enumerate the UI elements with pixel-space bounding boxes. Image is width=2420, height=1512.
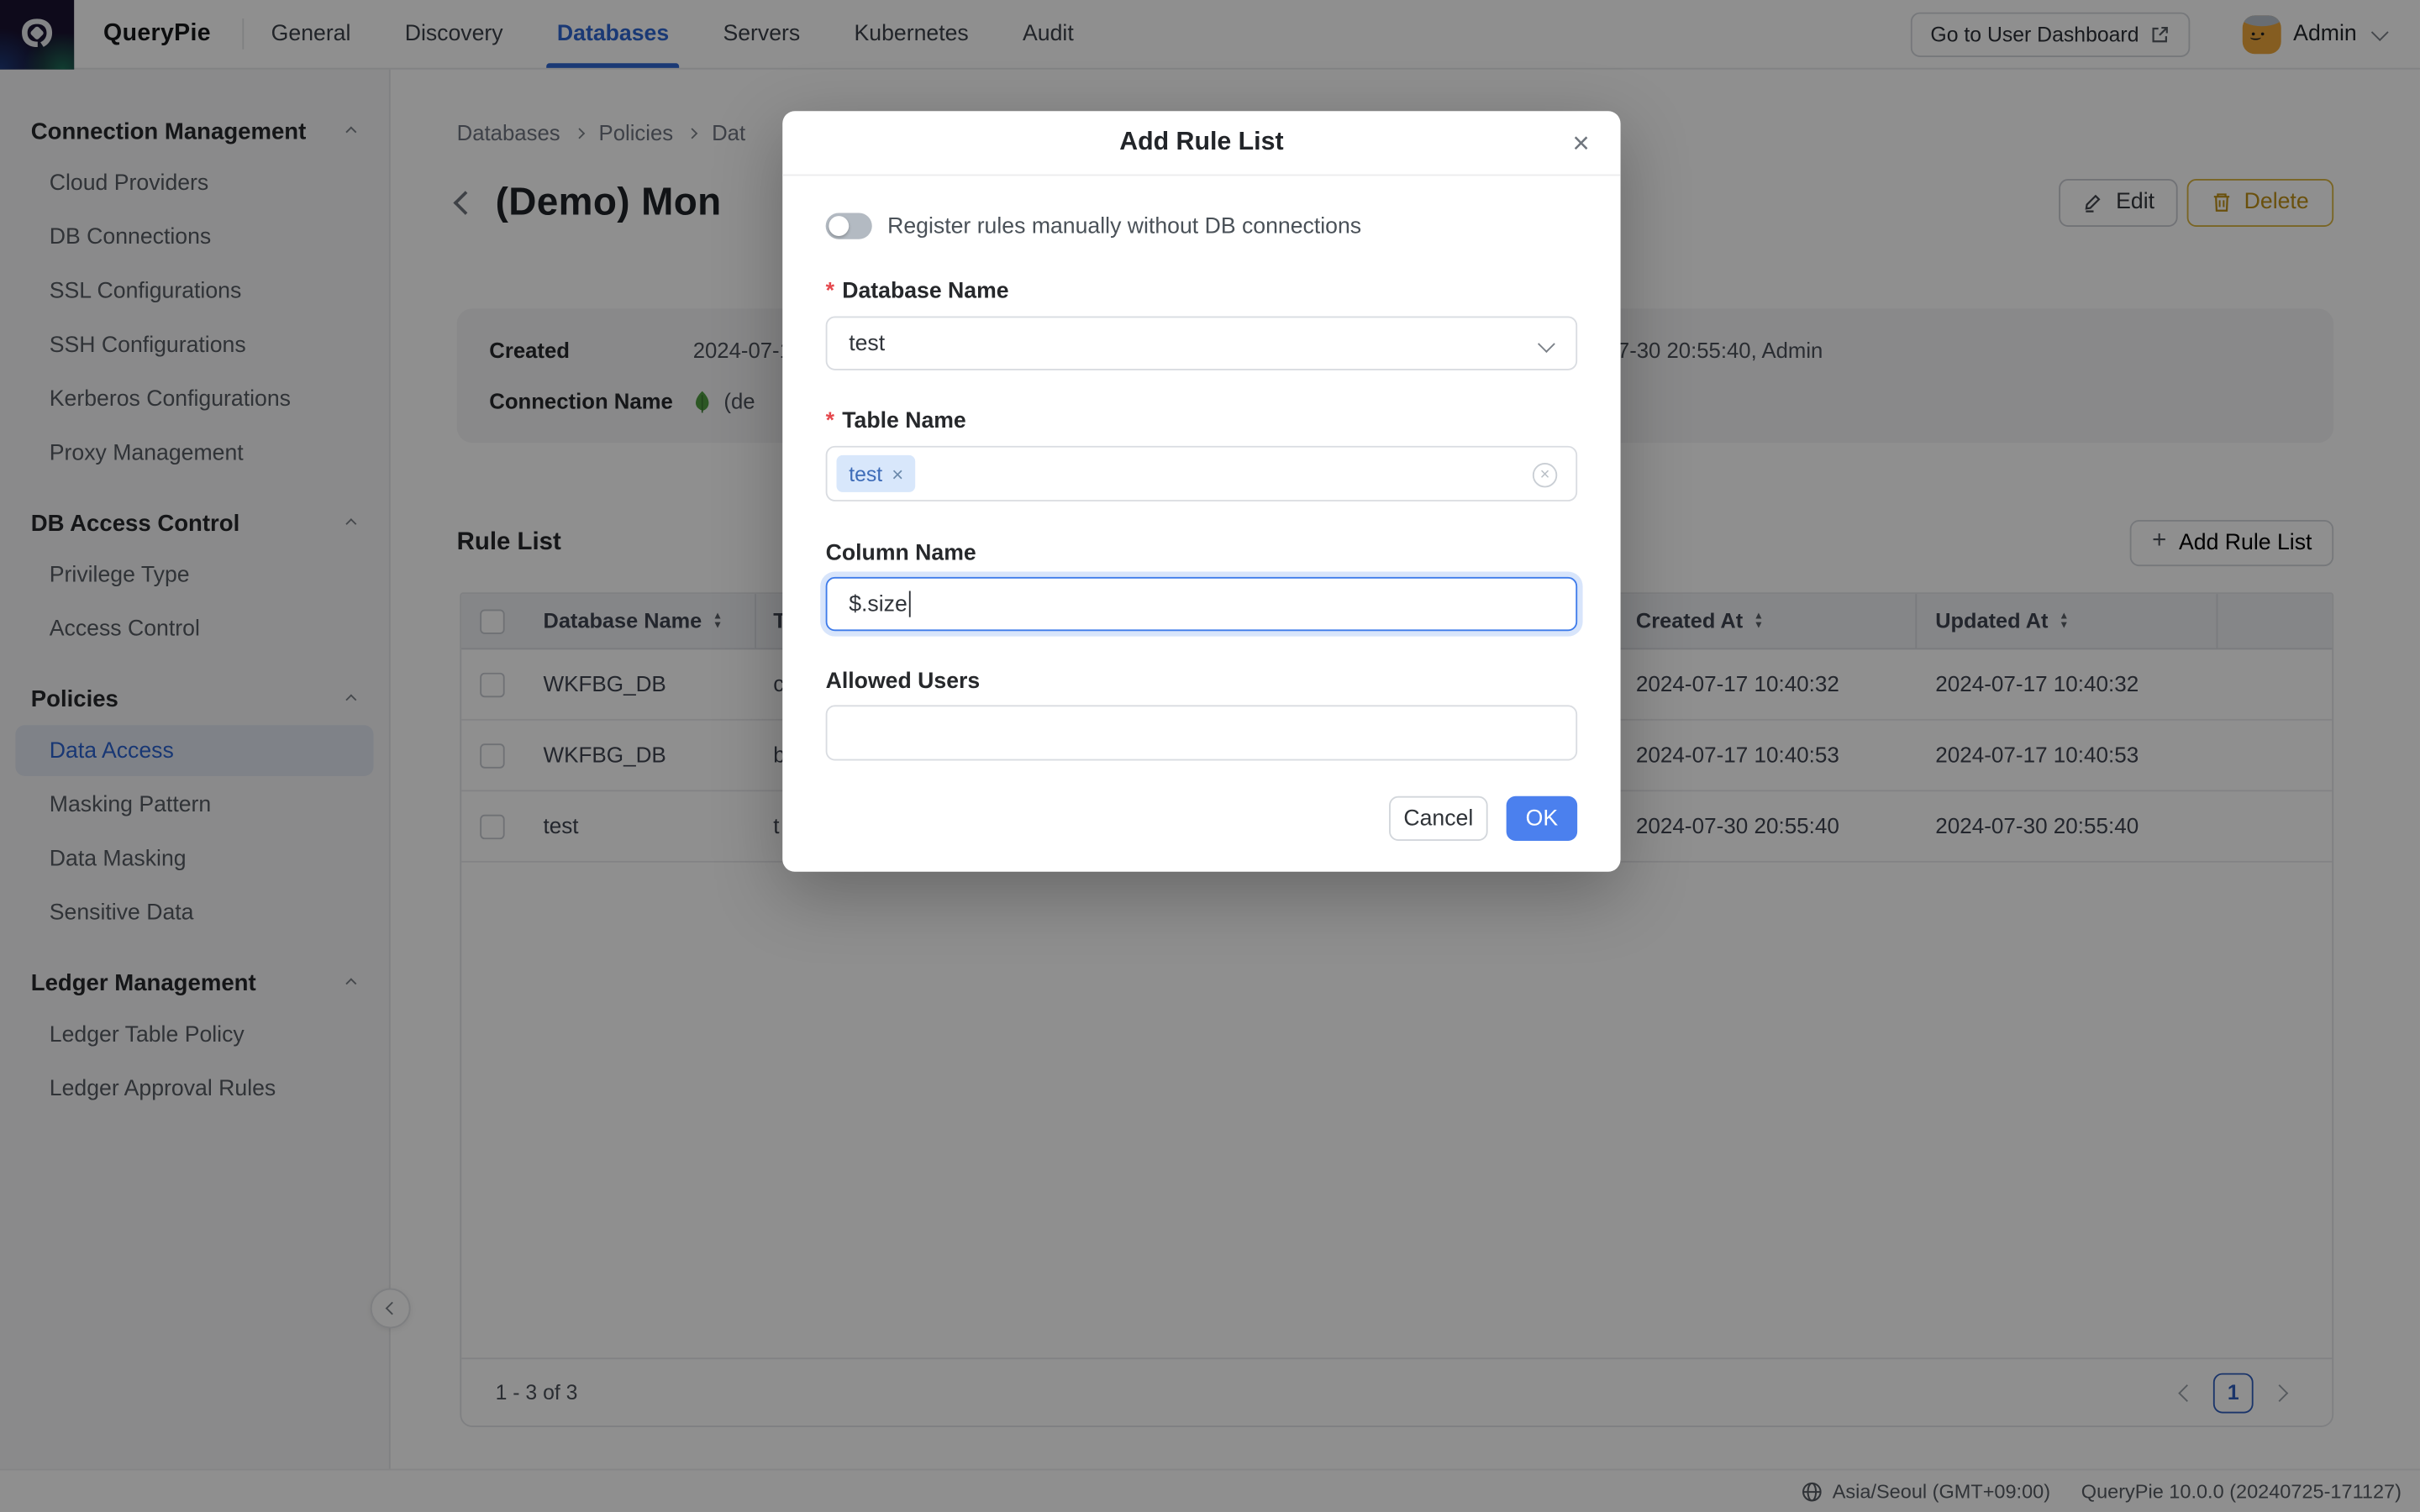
remove-tag-icon[interactable]: × <box>892 462 903 486</box>
required-asterisk: * <box>826 279 834 303</box>
table-name-label: * Table Name <box>826 409 1577 433</box>
database-name-selected-value: test <box>849 331 885 355</box>
column-name-label: Column Name <box>826 542 1577 566</box>
toggle-knob <box>829 216 849 236</box>
allowed-users-input[interactable] <box>826 705 1577 760</box>
manual-register-toggle-row: Register rules manually without DB conne… <box>826 213 1577 239</box>
clear-field-icon[interactable]: × <box>1533 463 1557 487</box>
manual-register-toggle[interactable] <box>826 213 872 239</box>
database-name-label: * Database Name <box>826 279 1577 303</box>
allowed-users-label: Allowed Users <box>826 669 1577 694</box>
screen: QueryPie General Discovery Databases Ser… <box>0 0 2420 1512</box>
ok-button[interactable]: OK <box>1507 796 1577 841</box>
column-name-value: $.size <box>849 591 908 616</box>
modal-title: Add Rule List <box>1119 128 1283 157</box>
chevron-down-icon <box>1538 335 1555 353</box>
text-cursor <box>909 591 912 617</box>
table-name-tag-label: test <box>849 462 882 486</box>
column-name-input[interactable]: $.size <box>826 577 1577 631</box>
database-name-select[interactable]: test <box>826 317 1577 370</box>
cancel-button[interactable]: Cancel <box>1389 796 1488 841</box>
add-rule-list-modal: Add Rule List × Register rules manually … <box>782 111 1620 872</box>
manual-register-toggle-label: Register rules manually without DB conne… <box>887 213 1361 238</box>
table-name-tag: test × <box>837 455 916 492</box>
modal-actions: Cancel OK <box>826 796 1577 841</box>
table-name-multiselect[interactable]: test × × <box>826 446 1577 501</box>
modal-body: Register rules manually without DB conne… <box>782 176 1620 871</box>
close-icon[interactable]: × <box>1566 123 1596 165</box>
modal-header: Add Rule List × <box>782 111 1620 176</box>
required-asterisk: * <box>826 409 834 433</box>
